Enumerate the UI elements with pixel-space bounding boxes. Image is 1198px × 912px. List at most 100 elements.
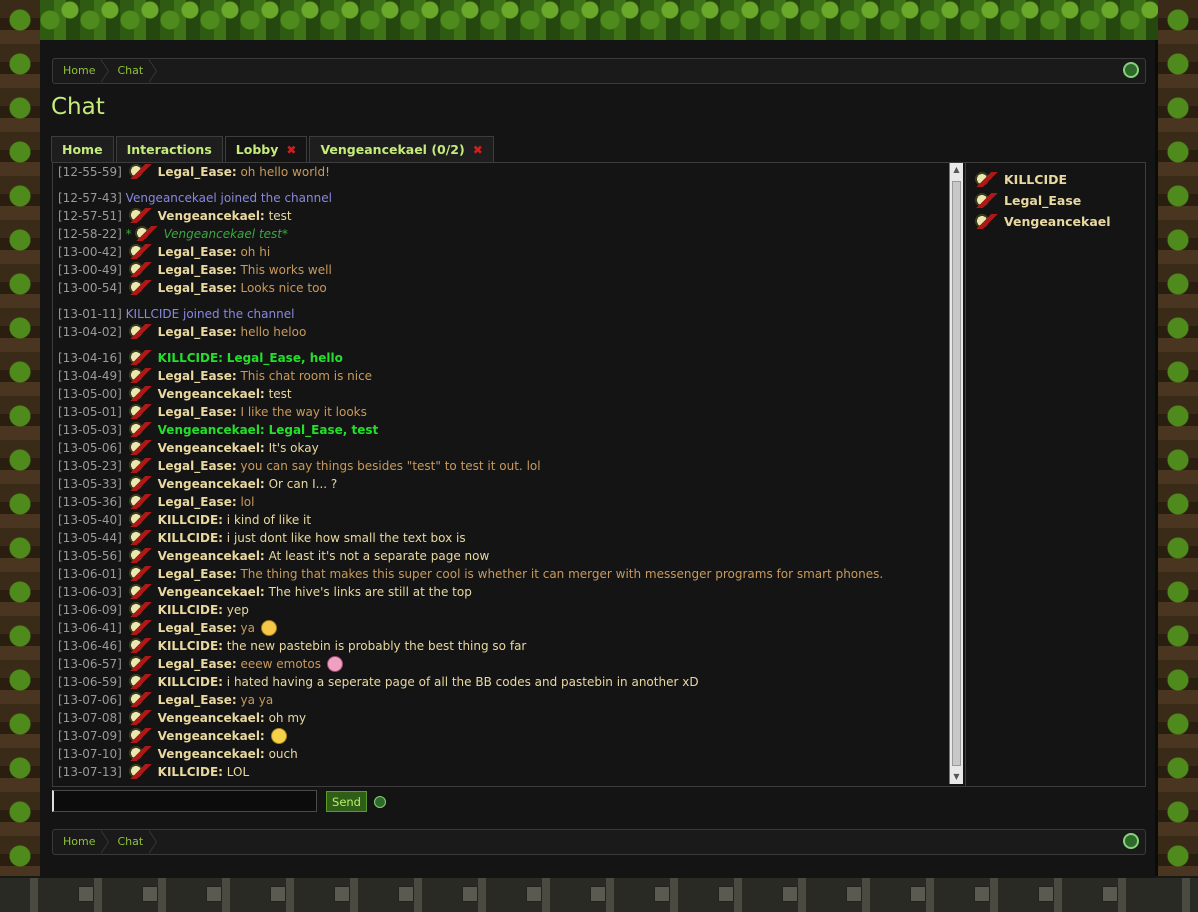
message-author[interactable]: Vengeancekael: (158, 477, 265, 491)
user-avatar-icon (127, 280, 156, 295)
message-text: lol (240, 495, 255, 509)
chat-message: [13-01-11] KILLCIDE joined the channel (58, 305, 948, 323)
user-avatar-icon (974, 214, 1002, 229)
message-author[interactable]: Legal_Ease: (158, 165, 237, 179)
message-text: Looks nice too (240, 281, 327, 295)
message-author[interactable]: Vengeancekael: (158, 729, 265, 743)
user-avatar-icon (127, 476, 156, 491)
message-author[interactable]: Legal_Ease: (158, 567, 237, 581)
chat-message: [13-05-44] KILLCIDE: i just dont like ho… (58, 529, 948, 547)
message-author[interactable]: Legal_Ease: (158, 369, 237, 383)
user-list-item[interactable]: KILLCIDE (966, 169, 1145, 190)
message-scrollbar[interactable]: ▲ ▼ (949, 163, 963, 784)
system-message-text: KILLCIDE joined the channel (125, 307, 295, 321)
rss-icon[interactable] (1123, 62, 1139, 78)
message-author[interactable]: KILLCIDE: (158, 603, 223, 617)
chat-message: [12-57-51] Vengeancekael: test (58, 207, 948, 225)
message-timestamp: [13-07-10] (58, 747, 122, 761)
message-text: oh my (268, 711, 307, 725)
breadcrumb-home[interactable]: Home (53, 830, 110, 854)
message-author[interactable]: Legal_Ease: (158, 405, 237, 419)
scroll-up-icon[interactable]: ▲ (951, 163, 962, 177)
message-text: i just dont like how small the text box … (226, 531, 466, 545)
message-author[interactable]: Vengeancekael: (158, 209, 265, 223)
message-timestamp: [13-05-44] (58, 531, 122, 545)
send-button[interactable]: Send (326, 791, 367, 812)
message-timestamp: [13-05-23] (58, 459, 122, 473)
rss-icon[interactable] (1123, 833, 1139, 849)
message-timestamp: [13-00-42] (58, 245, 122, 259)
user-avatar-icon (127, 422, 156, 437)
message-timestamp: [13-07-13] (58, 765, 122, 779)
message-author[interactable]: Vengeancekael: (158, 747, 265, 761)
chat-message: [13-05-03] Vengeancekael: Legal_Ease, te… (58, 421, 948, 439)
chat-message: [13-05-01] Legal_Ease: I like the way it… (58, 403, 948, 421)
message-timestamp: [13-01-11] (58, 307, 122, 321)
message-log[interactable]: [12-55-59] Legal_Ease: oh hello world! [1… (53, 163, 948, 786)
chat-message: [12-55-59] Legal_Ease: oh hello world! (58, 163, 948, 181)
close-icon[interactable]: ✖ (473, 143, 483, 157)
message-author[interactable]: KILLCIDE: (158, 675, 223, 689)
message-author[interactable]: KILLCIDE: (158, 531, 223, 545)
message-timestamp: [13-06-09] (58, 603, 122, 617)
chat-area: [12-55-59] Legal_Ease: oh hello world! [1… (52, 162, 1146, 787)
tab-home[interactable]: Home (51, 136, 114, 162)
close-icon[interactable]: ✖ (286, 143, 296, 157)
message-input[interactable] (52, 790, 317, 812)
message-author[interactable]: Legal_Ease: (158, 459, 237, 473)
message-author[interactable]: Vengeancekael: (158, 441, 265, 455)
breadcrumb-bottom: Home Chat (52, 829, 1146, 855)
message-author[interactable]: KILLCIDE: (158, 765, 223, 779)
breadcrumb-chat[interactable]: Chat (107, 59, 157, 83)
jungle-frame-top (0, 0, 1198, 40)
message-timestamp: [13-05-36] (58, 495, 122, 509)
message-author[interactable]: KILLCIDE: (158, 639, 223, 653)
user-avatar-icon (127, 350, 156, 365)
message-timestamp: [13-05-01] (58, 405, 122, 419)
scroll-down-icon[interactable]: ▼ (951, 770, 962, 784)
message-timestamp: [13-06-41] (58, 621, 122, 635)
message-timestamp: [13-04-02] (58, 325, 122, 339)
message-author[interactable]: Legal_Ease: (158, 281, 237, 295)
message-author[interactable]: Legal_Ease: (158, 657, 237, 671)
message-timestamp: [13-07-06] (58, 693, 122, 707)
user-avatar-icon (127, 746, 156, 761)
message-author[interactable]: KILLCIDE: (158, 351, 223, 365)
user-avatar-icon (127, 386, 156, 401)
message-author[interactable]: Vengeancekael: (158, 585, 265, 599)
user-list: KILLCIDE Legal_Ease Vengeancekael (965, 163, 1145, 786)
main-content: Home Chat Chat Home Interactions Lobby ✖ … (40, 40, 1155, 878)
chat-message: [13-05-56] Vengeancekael: At least it's … (58, 547, 948, 565)
tab-interactions[interactable]: Interactions (115, 136, 223, 162)
system-message-text: Vengeancekael joined the channel (125, 191, 332, 205)
message-author[interactable]: Legal_Ease: (158, 621, 237, 635)
chat-message: [13-05-36] Legal_Ease: lol (58, 493, 948, 511)
message-timestamp: [13-05-00] (58, 387, 122, 401)
message-author[interactable]: Vengeancekael: (158, 387, 265, 401)
message-text: This works well (240, 263, 332, 277)
tab-lobby[interactable]: Lobby ✖ (224, 136, 308, 162)
chat-message: [12-58-22] * Vengeancekael test* (58, 226, 288, 241)
user-avatar-icon (127, 710, 156, 725)
user-avatar-icon (127, 512, 156, 527)
message-author[interactable]: Legal_Ease: (158, 325, 237, 339)
chat-message: [13-04-02] Legal_Ease: hello heloo (58, 323, 948, 341)
message-timestamp: [13-07-09] (58, 729, 122, 743)
user-list-item[interactable]: Vengeancekael (966, 211, 1145, 232)
tongue-emoticon-icon (326, 656, 343, 672)
message-author[interactable]: Vengeancekael: (158, 711, 265, 725)
tab-vengeancekael[interactable]: Vengeancekael (0/2) ✖ (309, 136, 494, 162)
message-timestamp: [13-06-46] (58, 639, 122, 653)
breadcrumb-home[interactable]: Home (53, 59, 110, 83)
message-author[interactable]: KILLCIDE: (158, 513, 223, 527)
message-author[interactable]: Legal_Ease: (158, 245, 237, 259)
message-author[interactable]: Legal_Ease: (158, 693, 237, 707)
message-author[interactable]: Vengeancekael: (158, 549, 265, 563)
breadcrumb-chat[interactable]: Chat (107, 830, 157, 854)
scrollbar-thumb[interactable] (952, 181, 961, 766)
message-author[interactable]: Legal_Ease: (158, 263, 237, 277)
message-author[interactable]: Legal_Ease: (158, 495, 237, 509)
action-message-text: Vengeancekael test (163, 227, 282, 241)
user-list-item[interactable]: Legal_Ease (966, 190, 1145, 211)
message-author[interactable]: Vengeancekael: (158, 423, 265, 437)
